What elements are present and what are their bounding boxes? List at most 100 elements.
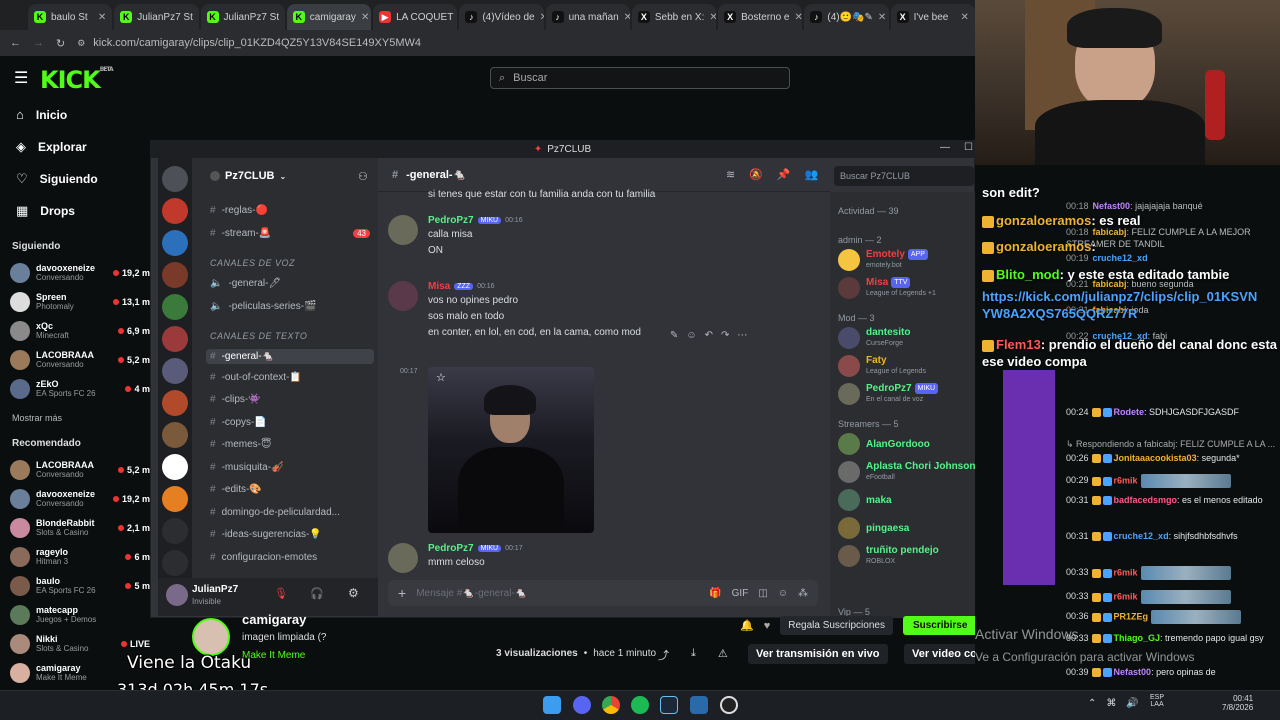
- add-server-icon[interactable]: [162, 486, 188, 512]
- text-category[interactable]: CANALES DE TEXTO: [210, 331, 307, 341]
- chat-username[interactable]: Thiago_GJ: [1114, 633, 1161, 643]
- chat-username[interactable]: r6mik: [1114, 591, 1138, 601]
- bell-icon[interactable]: 🔔: [740, 619, 754, 632]
- emoji-icon[interactable]: ☺: [778, 588, 788, 599]
- author-avatar[interactable]: [388, 281, 418, 311]
- close-icon[interactable]: ✕: [361, 12, 369, 23]
- gift-subs-button[interactable]: Regala Suscripciones: [780, 616, 893, 635]
- server-icon[interactable]: [162, 166, 188, 192]
- settings-icon[interactable]: ⚙: [348, 586, 359, 600]
- threads-icon[interactable]: ≋: [726, 168, 735, 181]
- forward-icon[interactable]: →: [33, 37, 44, 49]
- heart-icon[interactable]: ♥: [764, 620, 771, 632]
- emoji-icon[interactable]: ☺: [686, 330, 696, 341]
- member-item[interactable]: PedroPz7 MIKU En el canal de voz: [838, 383, 978, 405]
- browser-tab[interactable]: K JulianPz7 St ✕: [200, 4, 285, 30]
- back-icon[interactable]: ←: [10, 37, 21, 49]
- member-item[interactable]: Misa TTV League of Legends +1: [838, 277, 978, 299]
- member-item[interactable]: Emotely APP emotely.bot: [838, 249, 978, 271]
- chat-username[interactable]: badfacedsmgo: [1114, 495, 1178, 505]
- discord-search-input[interactable]: Buscar Pz7CLUB: [834, 166, 974, 186]
- members-icon[interactable]: 👥: [805, 168, 819, 181]
- mute-icon[interactable]: 🎙: [274, 587, 288, 600]
- server-icon[interactable]: [162, 454, 188, 480]
- download-icon[interactable]: ⤓: [691, 647, 696, 663]
- browser-tab[interactable]: Kbaulo St ✕: [28, 4, 113, 30]
- member-item[interactable]: maka: [838, 489, 978, 511]
- member-item[interactable]: AlanGordooo: [838, 433, 978, 455]
- server-icon[interactable]: [162, 326, 188, 352]
- channel-item[interactable]: davooxeneize Conversando 19,2 m: [10, 488, 150, 510]
- clip-category[interactable]: Make It Meme: [242, 650, 305, 661]
- show-more-link[interactable]: Mostrar más: [12, 413, 62, 423]
- server-icon[interactable]: [162, 230, 188, 256]
- channel-configuracionemotes[interactable]: # configuracion-emotes: [210, 552, 370, 563]
- browser-tab[interactable]: X Sebb en X: ✕: [631, 4, 717, 30]
- discover-icon[interactable]: [162, 518, 188, 544]
- maximize-button[interactable]: ☐: [964, 142, 973, 153]
- close-icon[interactable]: ✕: [624, 12, 630, 23]
- attached-image[interactable]: ☆: [428, 367, 594, 533]
- channel-item[interactable]: Nikki Slots & Casino LIVE: [10, 633, 150, 655]
- browser-tab[interactable]: X I've bee ✕: [890, 4, 975, 30]
- channel-domingodepeliculardad[interactable]: # domingo-de-peliculardad...: [210, 507, 370, 518]
- start-icon[interactable]: [543, 696, 561, 714]
- voice-category[interactable]: CANALES DE VOZ: [210, 258, 295, 268]
- member-item[interactable]: Aplasta Chori Johnson eFootball: [838, 461, 978, 483]
- channel-item[interactable]: LACOBRAAA Conversando 5,2 m: [10, 349, 150, 371]
- channel-item[interactable]: rageylo Hitman 3 6 m: [10, 546, 150, 568]
- author-avatar[interactable]: [388, 215, 418, 245]
- language-indicator[interactable]: ESP LAA: [1150, 694, 1164, 708]
- browser-tab[interactable]: ▶LA COQUET✕: [373, 4, 458, 30]
- gift-icon[interactable]: 🎁: [709, 588, 721, 599]
- server-icon[interactable]: [162, 390, 188, 416]
- chat-username[interactable]: gonzaloeramos: [996, 239, 1091, 254]
- chat-username[interactable]: Nefast00: [1093, 201, 1131, 211]
- obs-icon[interactable]: [720, 696, 738, 714]
- pin-icon[interactable]: 📌: [777, 168, 791, 181]
- watch-live-button[interactable]: Ver transmisión en vivo: [748, 644, 888, 664]
- nav-explorar[interactable]: ◈ Explorar: [16, 139, 87, 155]
- gif-icon[interactable]: GIF: [732, 588, 749, 599]
- reload-icon[interactable]: ↻: [56, 37, 65, 50]
- chat-username[interactable]: PR1ZEg: [1114, 611, 1149, 621]
- nav-drops[interactable]: ▦ Drops: [16, 203, 75, 219]
- clock[interactable]: 00:41 7/8/2026: [1222, 694, 1253, 712]
- chat-username[interactable]: Blito_mod: [996, 267, 1060, 282]
- chat-username[interactable]: Jonitaaacookista03: [1114, 453, 1197, 463]
- channel-memes[interactable]: # -memes-😇: [210, 439, 370, 450]
- react-icon[interactable]: ✎: [670, 330, 678, 341]
- channel-item[interactable]: LACOBRAAA Conversando 5,2 m: [10, 459, 150, 481]
- channel-general[interactable]: 🔈 -general-🖊: [210, 278, 370, 289]
- channel-item[interactable]: davooxeneize Conversando 19,2 m: [10, 262, 150, 284]
- tray-chevron-icon[interactable]: ⌃: [1088, 698, 1096, 709]
- member-item[interactable]: dantesito CurseForge: [838, 327, 978, 349]
- close-icon[interactable]: ✕: [709, 12, 716, 23]
- spotify-icon[interactable]: [631, 696, 649, 714]
- message-composer[interactable]: + Mensaje #🐁-general-🐁 🎁 GIF ◫ ☺ ⁂: [388, 580, 818, 606]
- apps-icon[interactable]: ⁂: [798, 588, 808, 599]
- browser-tab[interactable]: ♪ (4)🙂🎭✎ ✕: [804, 4, 889, 30]
- author-avatar[interactable]: [388, 543, 418, 573]
- add-attachment-icon[interactable]: +: [398, 585, 406, 601]
- more-icon[interactable]: ⋯: [737, 330, 747, 341]
- subscribe-button[interactable]: Suscribirse: [902, 616, 978, 635]
- server-icon[interactable]: [162, 294, 188, 320]
- author-name[interactable]: PedroPz7: [428, 215, 474, 226]
- browser-tab[interactable]: Kcamigaray ✕: [286, 4, 372, 30]
- browser-tab[interactable]: K JulianPz7 St ✕: [114, 4, 199, 30]
- close-icon[interactable]: ✕: [961, 12, 969, 23]
- channel-clips[interactable]: # -clips-👾: [210, 394, 370, 405]
- server-icon[interactable]: [162, 422, 188, 448]
- author-name[interactable]: PedroPz7: [428, 543, 474, 554]
- site-info-icon[interactable]: ⚙: [77, 38, 85, 49]
- network-icon[interactable]: ⌘: [1106, 698, 1116, 709]
- server-icon[interactable]: [162, 198, 188, 224]
- browser-tab[interactable]: ♪ (4)Vídeo de ✕: [459, 4, 544, 30]
- close-icon[interactable]: ✕: [284, 12, 285, 23]
- chat-username[interactable]: gonzaloeramos: [996, 213, 1091, 228]
- server-icon[interactable]: [162, 358, 188, 384]
- channel-item[interactable]: Spreen Photomaly 13,1 m: [10, 291, 150, 313]
- chat-username[interactable]: Rodete: [1114, 407, 1145, 417]
- report-icon[interactable]: ⚠: [718, 647, 728, 663]
